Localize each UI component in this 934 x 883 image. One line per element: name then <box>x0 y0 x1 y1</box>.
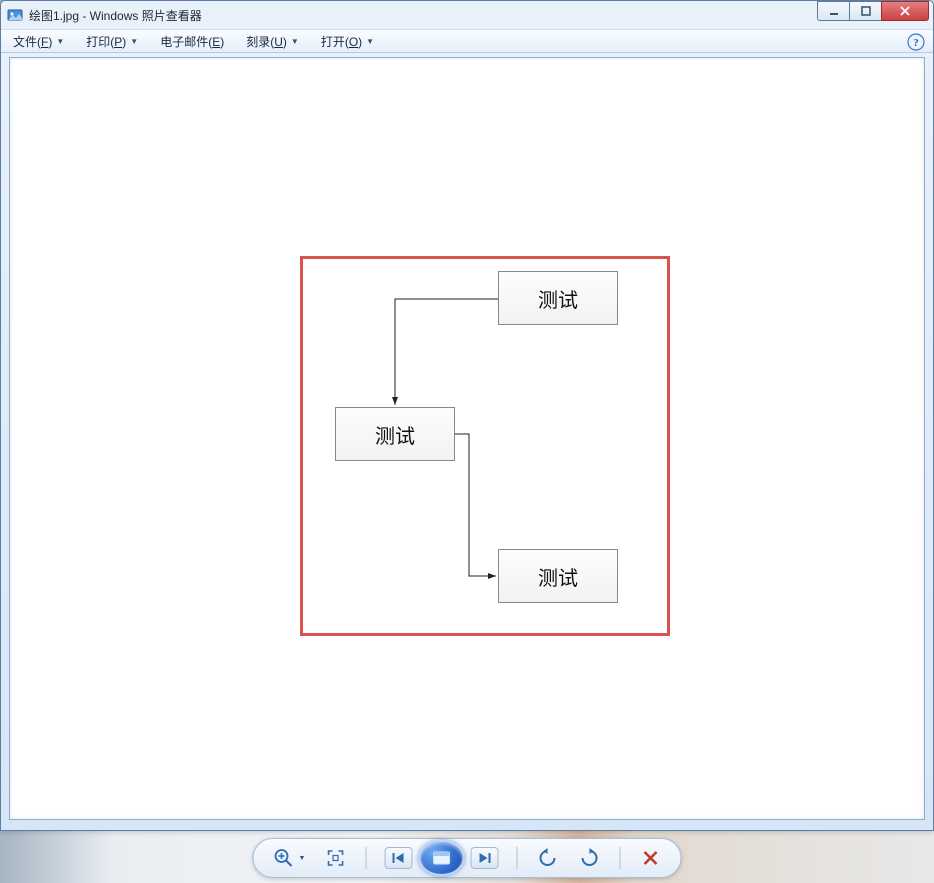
menu-open[interactable]: 打开(O) ▼ <box>317 30 378 52</box>
diagram-arrows <box>303 259 673 639</box>
maximize-button[interactable] <box>849 1 881 21</box>
help-icon[interactable]: ? <box>907 33 925 51</box>
chevron-down-icon: ▼ <box>56 37 64 46</box>
toolbar-divider <box>619 847 620 869</box>
viewer-toolbar: ▼ <box>253 838 682 878</box>
delete-button[interactable] <box>638 846 662 870</box>
image-viewport[interactable]: 测试 测试 测试 <box>9 57 925 820</box>
title-bar[interactable]: 绘图1.jpg - Windows 照片查看器 <box>1 1 933 29</box>
chevron-down-icon: ▼ <box>291 37 299 46</box>
menu-file[interactable]: 文件(F) ▼ <box>9 30 68 52</box>
menu-burn[interactable]: 刻录(U) ▼ <box>242 30 303 52</box>
rotate-cw-button[interactable] <box>577 846 601 870</box>
menu-burn-label: 刻录(U) <box>246 33 287 50</box>
next-button[interactable] <box>470 847 498 869</box>
chevron-down-icon: ▼ <box>366 37 374 46</box>
svg-text:?: ? <box>913 37 919 49</box>
window-controls <box>817 1 929 21</box>
menu-print-label: 打印(P) <box>86 33 126 50</box>
menu-open-label: 打开(O) <box>321 33 362 50</box>
photo-viewer-window: 绘图1.jpg - Windows 照片查看器 文件(F) ▼ 打印(P) ▼ … <box>0 0 934 831</box>
toolbar-divider <box>516 847 517 869</box>
menu-file-label: 文件(F) <box>13 33 52 50</box>
menu-email-label: 电子邮件(E) <box>160 33 224 50</box>
previous-button[interactable] <box>384 847 412 869</box>
rotate-ccw-button[interactable] <box>535 846 559 870</box>
diagram-image: 测试 测试 测试 <box>300 256 670 636</box>
window-title: 绘图1.jpg - Windows 照片查看器 <box>29 7 202 24</box>
menu-bar: 文件(F) ▼ 打印(P) ▼ 电子邮件(E) 刻录(U) ▼ 打开(O) ▼ … <box>1 29 933 53</box>
chevron-down-icon[interactable]: ▼ <box>299 855 306 862</box>
fit-to-window-button[interactable] <box>323 846 347 870</box>
menu-email[interactable]: 电子邮件(E) <box>156 30 228 52</box>
app-icon <box>7 7 23 23</box>
close-button[interactable] <box>881 1 929 21</box>
nav-cluster <box>384 840 498 876</box>
zoom-control[interactable]: ▼ <box>272 846 306 870</box>
toolbar-divider <box>365 847 366 869</box>
minimize-button[interactable] <box>817 1 849 21</box>
slideshow-button[interactable] <box>418 840 464 876</box>
zoom-icon[interactable] <box>272 846 296 870</box>
chevron-down-icon: ▼ <box>130 37 138 46</box>
menu-print[interactable]: 打印(P) ▼ <box>82 30 142 52</box>
